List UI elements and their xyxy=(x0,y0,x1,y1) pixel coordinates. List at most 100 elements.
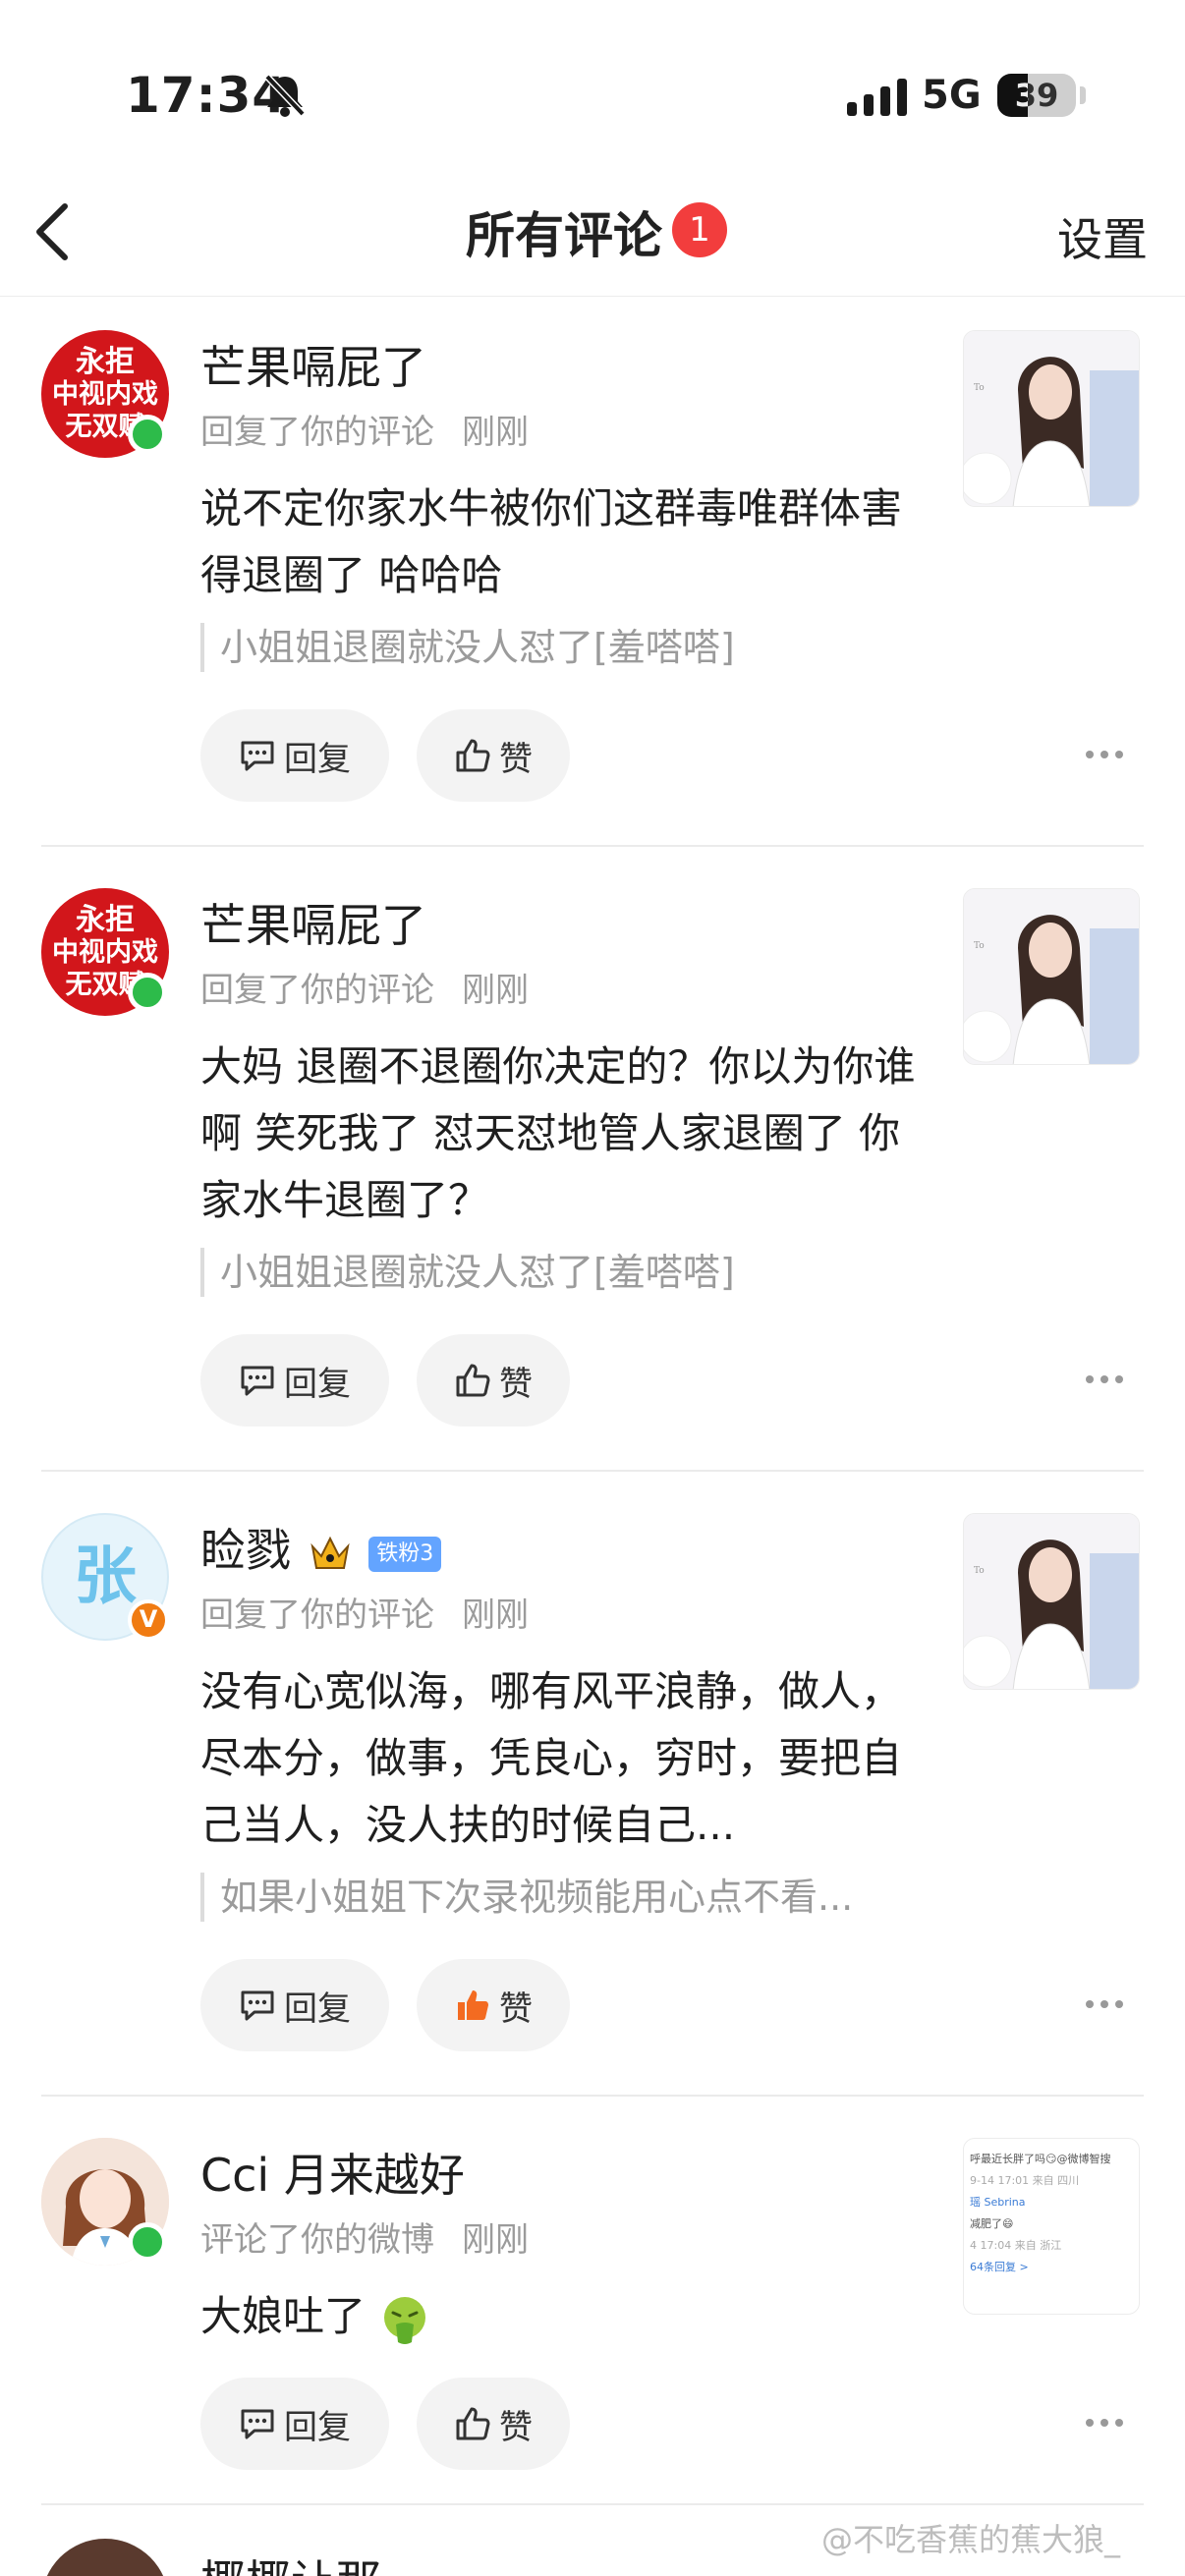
reply-label: 回复 xyxy=(284,2407,351,2447)
svg-text:To: To xyxy=(974,1566,985,1576)
more-dots-icon[interactable] xyxy=(1085,1998,1124,2010)
comment-content[interactable]: 没有心宽似海，哪有风平浪静，做人，尽本分，做事，凭良心，穷时，要把自己当人，没人… xyxy=(200,1658,928,1859)
divider xyxy=(41,1470,1144,1472)
like-label: 赞 xyxy=(499,739,533,779)
thumb-line: 9-14 17:01 来自 四川 xyxy=(970,2174,1080,2187)
svg-text:To: To xyxy=(974,383,985,393)
meta-time: 刚刚 xyxy=(462,2220,529,2260)
back-chevron-icon[interactable] xyxy=(29,200,75,263)
signal-icon xyxy=(847,79,907,116)
unread-badge: 1 xyxy=(672,202,727,257)
comment-content[interactable]: 大娘吐了 xyxy=(200,2283,928,2350)
like-button[interactable]: 赞 xyxy=(417,2378,570,2470)
battery-icon: 39 xyxy=(997,74,1076,117)
comment-item[interactable]: 张 V 睑戮 铁粉3 回复了你的评论 刚刚 没有心宽似海，哪有风平浪静，做人，尽本… xyxy=(0,1480,1185,2091)
online-status-dot xyxy=(128,973,167,1012)
watermark: @不吃香蕉的蕉大狼_ xyxy=(821,2521,1121,2558)
avatar-text-line: 中视内戏 xyxy=(52,937,158,968)
comment-meta: 回复了你的评论 刚刚 xyxy=(200,1588,529,1636)
username[interactable]: 芒果嗝屁了 xyxy=(200,332,426,397)
bell-off-icon xyxy=(264,74,306,117)
more-dots-icon[interactable] xyxy=(1085,1373,1124,1385)
online-status-dot xyxy=(128,2222,167,2262)
like-label: 赞 xyxy=(499,1988,533,2029)
divider xyxy=(41,2095,1144,2097)
online-status-dot xyxy=(128,415,167,454)
comment-meta: 评论了你的微博 刚刚 xyxy=(200,2212,529,2261)
comment-content[interactable]: 说不定你家水牛被你们这群毒唯群体害得退圈了 哈哈哈 xyxy=(200,476,928,609)
reply-label: 回复 xyxy=(284,1988,351,2029)
comment-icon xyxy=(241,741,274,771)
meta-action: 回复了你的评论 xyxy=(200,971,434,1010)
thumb-line: 4 17:04 来自 浙江 xyxy=(970,2239,1062,2252)
like-button[interactable]: 赞 xyxy=(417,1334,570,1427)
comment-item[interactable]: 永拒 中视内戏 无双赋 芒果嗝屁了 回复了你的评论 刚刚 说不定你家水牛被你们这群… xyxy=(0,297,1185,847)
comment-icon xyxy=(241,2409,274,2439)
quoted-comment[interactable]: 小姐姐退圈就没人怼了[羞嗒嗒] xyxy=(200,1248,928,1297)
verified-badge: V xyxy=(128,1599,169,1641)
divider xyxy=(41,2503,1144,2505)
like-button[interactable]: 赞 xyxy=(417,1959,570,2051)
post-thumbnail[interactable]: To xyxy=(963,330,1140,507)
reply-button[interactable]: 回复 xyxy=(200,709,389,802)
avatar-text-line: 中视内戏 xyxy=(52,379,158,410)
more-dots-icon[interactable] xyxy=(1085,2417,1124,2429)
comment-icon xyxy=(241,1366,274,1396)
meta-action: 回复了你的评论 xyxy=(200,413,434,452)
meta-time: 刚刚 xyxy=(462,1596,529,1635)
comment-item[interactable]: 永拒 中视内戏 无双赋 芒果嗝屁了 回复了你的评论 刚刚 大妈 退圈不退圈你决定的… xyxy=(0,855,1185,1466)
post-thumbnail[interactable]: 呼最近长胖了吗😏@微博智搜 9-14 17:01 来自 四川 瑶 Sebrina… xyxy=(963,2138,1140,2315)
comment-icon xyxy=(241,1990,274,2021)
thumbs-up-filled-icon xyxy=(458,1990,488,2020)
settings-button[interactable]: 设置 xyxy=(1057,204,1148,269)
reply-button[interactable]: 回复 xyxy=(200,2378,389,2470)
reply-label: 回复 xyxy=(284,739,351,779)
thumbs-up-icon xyxy=(456,2407,490,2440)
meta-action: 回复了你的评论 xyxy=(200,1596,434,1635)
username[interactable]: 椰椰让那 xyxy=(200,2547,381,2576)
comment-meta: 回复了你的评论 刚刚 xyxy=(200,963,529,1011)
username[interactable]: Cci 月来越好 xyxy=(200,2140,465,2205)
network-type: 5G xyxy=(922,73,982,118)
vomit-emoji-icon xyxy=(384,2296,426,2344)
meta-action: 评论了你的微博 xyxy=(200,2220,434,2260)
like-button[interactable]: 赞 xyxy=(417,709,570,802)
portrait-image: To xyxy=(964,331,1139,506)
avatar-text-line: 永拒 xyxy=(76,903,135,937)
post-thumbnail[interactable]: To xyxy=(963,888,1140,1065)
username[interactable]: 睑戮 铁粉3 xyxy=(200,1515,442,1580)
battery-percent: 39 xyxy=(1014,77,1059,114)
like-label: 赞 xyxy=(499,2407,533,2447)
comment-text: 大娘吐了 xyxy=(200,2292,367,2340)
divider xyxy=(41,845,1144,847)
meta-time: 刚刚 xyxy=(462,971,529,1010)
thumbs-up-icon xyxy=(456,1364,490,1397)
thumb-line: 64条回复 > xyxy=(970,2261,1029,2273)
reply-button[interactable]: 回复 xyxy=(200,1959,389,2051)
like-label: 赞 xyxy=(499,1364,533,1404)
nav-bar: 所有评论 1 设置 xyxy=(0,167,1185,297)
quoted-comment[interactable]: 如果小姐姐下次录视频能用心点不看... xyxy=(200,1873,928,1922)
reply-label: 回复 xyxy=(284,1364,351,1404)
battery-nub xyxy=(1080,86,1086,104)
comment-content[interactable]: 大妈 退圈不退圈你决定的？你以为你谁啊 笑死我了 怼天怼地管人家退圈了 你家水牛… xyxy=(200,1034,928,1234)
fan-level-badge: 铁粉3 xyxy=(368,1536,442,1572)
quoted-comment[interactable]: 小姐姐退圈就没人怼了[羞嗒嗒] xyxy=(200,623,928,672)
avatar[interactable] xyxy=(41,2539,169,2576)
thumb-line: 减肥了😄 xyxy=(970,2217,1014,2230)
portrait-image: To xyxy=(964,889,1139,1064)
reply-button[interactable]: 回复 xyxy=(200,1334,389,1427)
username-text: 睑戮 xyxy=(200,1524,291,1577)
meta-time: 刚刚 xyxy=(462,413,529,452)
avatar-text-line: 永拒 xyxy=(76,345,135,379)
page-title: 所有评论 xyxy=(466,207,662,264)
username[interactable]: 芒果嗝屁了 xyxy=(200,890,426,955)
post-thumbnail[interactable]: To xyxy=(963,1513,1140,1690)
thumb-line: 瑶 Sebrina xyxy=(970,2196,1026,2209)
comment-meta: 回复了你的评论 刚刚 xyxy=(200,405,529,453)
crown-icon xyxy=(310,1536,350,1569)
svg-text:To: To xyxy=(974,941,985,951)
status-bar: 17:34 5G 39 xyxy=(0,0,1185,157)
more-dots-icon[interactable] xyxy=(1085,749,1124,760)
comment-item[interactable]: Cci 月来越好 评论了你的微博 刚刚 大娘吐了 回复 赞 呼最近长胖了吗😏@微博… xyxy=(0,2104,1185,2509)
